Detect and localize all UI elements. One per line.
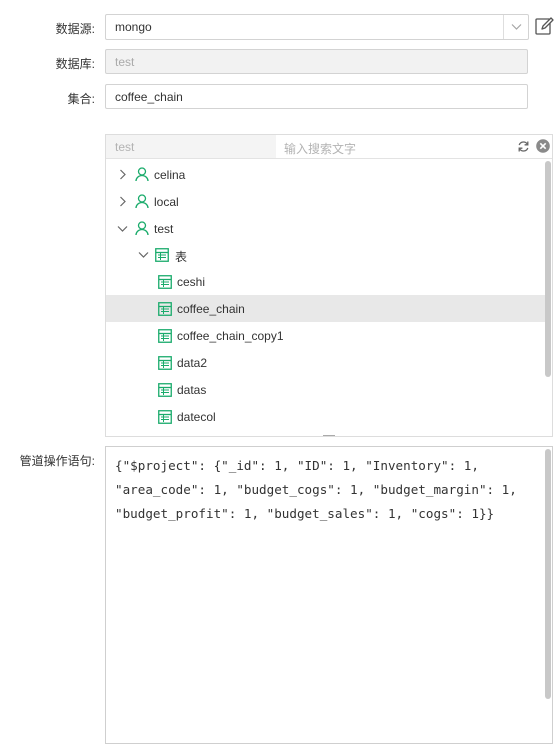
tree-node-label: local <box>154 195 179 209</box>
table-icon <box>158 383 172 397</box>
datasource-value: mongo <box>115 20 152 34</box>
user-icon <box>135 194 149 209</box>
tree-header: test 输入搜索文字 <box>106 135 552 159</box>
edit-icon[interactable] <box>534 16 554 36</box>
chevron-down-icon[interactable] <box>138 251 149 258</box>
pipeline-editor[interactable]: {"$project": {"_id": 1, "ID": 1, "Invent… <box>105 446 553 744</box>
tree-node-coffee-chain-copy1[interactable]: coffee_chain_copy1 <box>106 322 545 349</box>
refresh-icon[interactable] <box>517 140 530 153</box>
collection-input[interactable]: coffee_chain <box>105 84 528 109</box>
collection-label: 集合: <box>67 92 95 106</box>
table-icon <box>158 356 172 370</box>
collection-tree-panel: test 输入搜索文字 celina local test 表 ceshi co… <box>105 134 553 437</box>
tree-search-input[interactable]: 输入搜索文字 <box>284 140 356 157</box>
resize-grip[interactable] <box>323 435 335 436</box>
chevron-down-icon[interactable] <box>511 23 522 31</box>
tree-node-celina[interactable]: celina <box>106 161 545 188</box>
database-value: test <box>115 54 135 69</box>
tree-db-filter-text: test <box>115 140 135 154</box>
tree-node-label: 表 <box>175 250 188 264</box>
tree-node-datas[interactable]: datas <box>106 376 545 403</box>
tree-node-ceshi[interactable]: ceshi <box>106 268 545 295</box>
table-icon <box>158 302 172 316</box>
tree-node-label: coffee_chain_copy1 <box>177 329 284 343</box>
user-icon <box>135 167 149 182</box>
user-icon <box>135 221 149 236</box>
tree-node-test[interactable]: test <box>106 215 545 242</box>
datasource-label: 数据源: <box>55 22 95 36</box>
tree-node-label: datecol <box>177 410 216 424</box>
tree-node-data2[interactable]: data2 <box>106 349 545 376</box>
table-icon <box>158 410 172 424</box>
tree-node-tables-group[interactable]: 表 <box>106 241 545 268</box>
chevron-right-icon[interactable] <box>119 196 126 207</box>
tree-node-local[interactable]: local <box>106 188 545 215</box>
table-icon <box>158 329 172 343</box>
database-label: 数据库: <box>55 57 95 71</box>
tree-scrollbar[interactable] <box>545 161 551 377</box>
tree-node-label: coffee_chain <box>177 302 245 316</box>
pipeline-code[interactable]: {"$project": {"_id": 1, "ID": 1, "Invent… <box>115 454 545 526</box>
table-icon <box>158 436 172 437</box>
chevron-right-icon[interactable] <box>119 169 126 180</box>
tree-node-label: data2 <box>177 356 208 370</box>
dropdown-divider <box>503 15 504 39</box>
datasource-select[interactable]: mongo <box>105 14 529 40</box>
collection-value: coffee_chain <box>115 89 183 104</box>
editor-scrollbar[interactable] <box>545 449 551 699</box>
database-field: test <box>105 49 528 74</box>
pipeline-label: 管道操作语句: <box>19 454 95 468</box>
tree-db-filter[interactable]: test <box>106 135 276 158</box>
table-icon <box>155 248 169 262</box>
clear-icon[interactable] <box>536 139 550 153</box>
tree-node-label: celina <box>154 168 186 182</box>
tree-node-coffee-chain[interactable]: coffee_chain <box>106 295 545 322</box>
table-icon <box>158 275 172 289</box>
tree-node-label: datas <box>177 383 207 397</box>
chevron-down-icon[interactable] <box>117 225 128 232</box>
tree-node-datecol[interactable]: datecol <box>106 403 545 430</box>
tree-node-label: ceshi <box>177 275 206 289</box>
tree-node-label: test <box>154 222 174 236</box>
